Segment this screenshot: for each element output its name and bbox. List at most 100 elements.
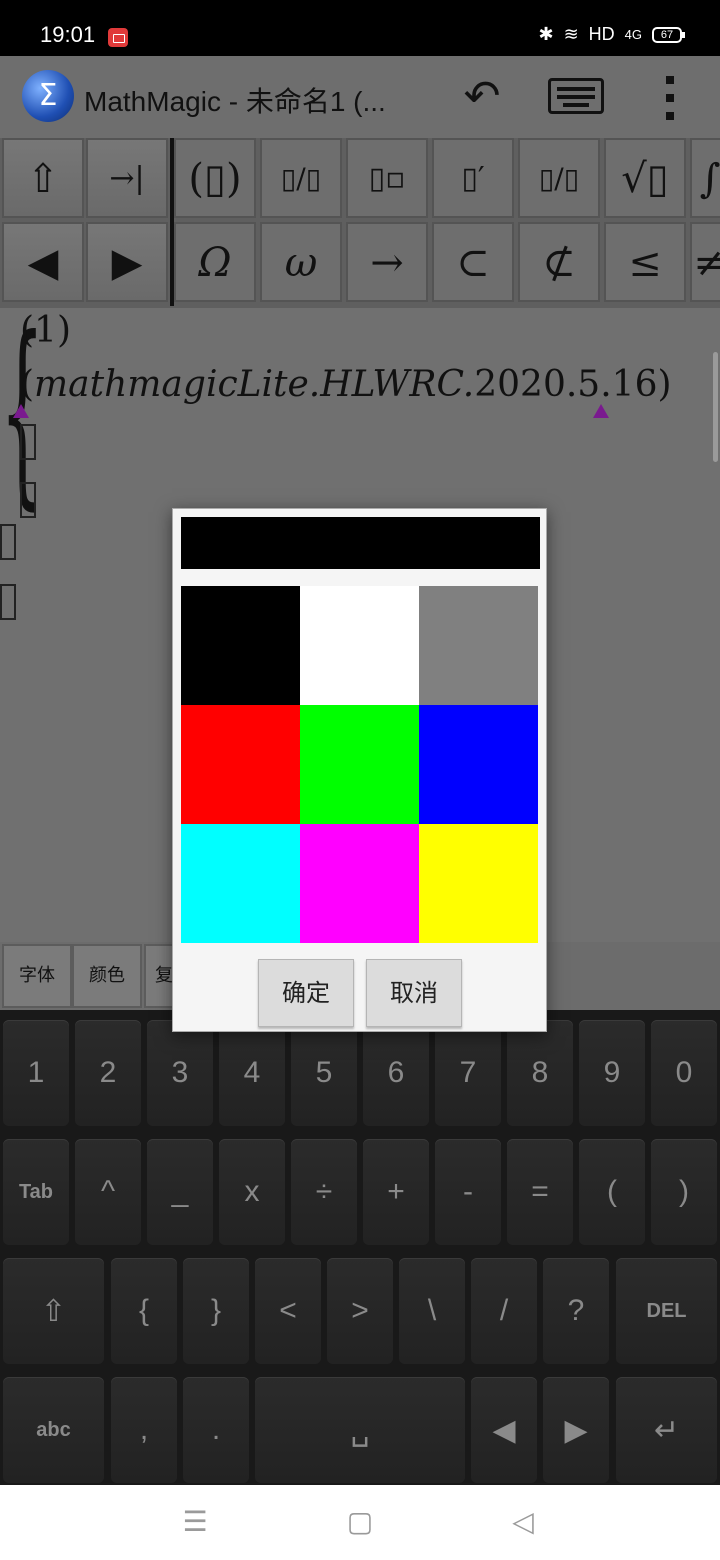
tab-font[interactable]: 字体 [2,944,72,1008]
symbol-omega-upper[interactable]: Ω [174,222,256,302]
symbol-fraction[interactable]: ▯/▯ [260,138,342,218]
key-backslash[interactable]: \ [399,1258,465,1364]
symbol-subset[interactable]: ⊂ [432,222,514,302]
key-divide[interactable]: ÷ [291,1139,357,1245]
symbol-tab[interactable]: →| [86,138,168,218]
symbol-sqrt[interactable]: √▯ [604,138,686,218]
empty-slot[interactable] [20,424,36,460]
bluetooth-icon: ✱ [538,24,554,44]
empty-slot[interactable] [20,482,36,518]
swatch-yellow[interactable] [419,824,538,943]
swatch-green[interactable] [300,705,419,824]
recents-icon[interactable]: ☰ [180,1507,210,1537]
equation-line-2: (mathmagicLite.HLWRC.2020.5.16) [20,364,672,405]
editor-scrollbar[interactable] [713,352,718,462]
key-caret[interactable]: ^ [75,1139,141,1245]
network-type: HD [588,24,615,44]
key-3[interactable]: 3 [147,1020,213,1126]
screen-record-icon [108,28,128,47]
symbol-left-arrow[interactable]: ◀ [2,222,84,302]
key-underscore[interactable]: _ [147,1139,213,1245]
swatch-black[interactable] [181,586,300,705]
space-key-icon[interactable]: ␣ [255,1377,465,1483]
symbol-parentheses[interactable]: (▯) [174,138,256,218]
status-icons: ✱ ≋ HD 4G 67 [538,24,685,45]
key-comma[interactable]: , [111,1377,177,1483]
key-7[interactable]: 7 [435,1020,501,1126]
empty-slot[interactable] [0,524,16,560]
key-8[interactable]: 8 [507,1020,573,1126]
app-logo-icon: Σ [22,70,74,122]
key-tab[interactable]: Tab [3,1139,69,1245]
symbol-prime[interactable]: ▯′ [432,138,514,218]
key-paren-open[interactable]: ( [579,1139,645,1245]
key-question[interactable]: ? [543,1258,609,1364]
key-2[interactable]: 2 [75,1020,141,1126]
key-x[interactable]: x [219,1139,285,1245]
key-equals[interactable]: = [507,1139,573,1245]
symbol-right-arrow[interactable]: ▶ [86,222,168,302]
key-paren-close[interactable]: ) [651,1139,717,1245]
app-bar: Σ MathMagic - 未命名1 (... ↶ [0,56,720,138]
swatch-red[interactable] [181,705,300,824]
swatch-cyan[interactable] [181,824,300,943]
battery-icon: 67 [652,26,685,43]
symbol-select-up[interactable]: ⇧ [2,138,84,218]
cancel-button[interactable]: 取消 [366,959,462,1027]
symbol-subscript[interactable]: ▯▫ [346,138,428,218]
symbol-less-equal[interactable]: ≤ [604,222,686,302]
key-0[interactable]: 0 [651,1020,717,1126]
signal-label: 4G [624,27,642,42]
symbol-not-subset[interactable]: ⊄ [518,222,600,302]
key-slash[interactable]: / [471,1258,537,1364]
status-bar: 19:01 ✱ ≋ HD 4G 67 [0,0,720,56]
key-9[interactable]: 9 [579,1020,645,1126]
key-less-than[interactable]: < [255,1258,321,1364]
back-icon[interactable]: ◁ [508,1507,538,1537]
swatch-magenta[interactable] [300,824,419,943]
equation-text: mathmagicLite.HLWRC. [34,364,475,405]
key-1[interactable]: 1 [3,1020,69,1126]
symbol-not-equal[interactable]: ≠ [690,222,720,302]
key-brace-close[interactable]: } [183,1258,249,1364]
selection-start-marker[interactable] [13,404,29,418]
cursor-right-key[interactable]: ▶ [543,1377,609,1483]
key-abc[interactable]: abc [3,1377,104,1483]
symbol-toolbar: ⇧ →| (▯) ▯/▯ ▯▫ ▯′ ▯/▯ √▯ ∫ ◀ ▶ Ω ω → ⊂ … [0,138,720,308]
enter-key-icon[interactable]: ↵ [616,1377,717,1483]
paren-close: ) [657,364,672,405]
paren-open: ( [20,364,35,405]
cursor-left-key[interactable]: ◀ [471,1377,537,1483]
color-preview [181,517,540,569]
shift-key-icon[interactable]: ⇧ [3,1258,104,1364]
tab-color[interactable]: 颜色 [72,944,142,1008]
key-6[interactable]: 6 [363,1020,429,1126]
ok-button[interactable]: 确定 [258,959,354,1027]
key-minus[interactable]: - [435,1139,501,1245]
color-picker-dialog: 确定 取消 [172,508,547,1032]
key-4[interactable]: 4 [219,1020,285,1126]
symbol-omega-lower[interactable]: ω [260,222,342,302]
system-nav-bar: ☰ ▢ ◁ [0,1485,720,1560]
status-time: 19:01 [40,22,96,47]
empty-slot[interactable] [0,584,16,620]
key-5[interactable]: 5 [291,1020,357,1126]
swatch-white[interactable] [300,586,419,705]
key-greater-than[interactable]: > [327,1258,393,1364]
home-icon[interactable]: ▢ [345,1507,375,1537]
math-keyboard: 1 2 3 4 5 6 7 8 9 0 Tab ^ _ x ÷ + - = ( … [0,1010,720,1485]
key-period[interactable]: . [183,1377,249,1483]
keyboard-icon[interactable] [548,78,604,114]
delete-key-icon[interactable]: DEL [616,1258,717,1364]
selection-end-marker[interactable] [593,404,609,418]
undo-icon[interactable]: ↶ [452,74,512,120]
symbol-arrow[interactable]: → [346,222,428,302]
key-brace-open[interactable]: { [111,1258,177,1364]
symbol-slash-fraction[interactable]: ▯/▯ [518,138,600,218]
overflow-menu-icon[interactable] [660,76,680,120]
swatch-blue[interactable] [419,705,538,824]
swatch-gray[interactable] [419,586,538,705]
equation-line-1: (1) [20,310,71,351]
key-plus[interactable]: + [363,1139,429,1245]
symbol-integral[interactable]: ∫ [690,138,720,218]
